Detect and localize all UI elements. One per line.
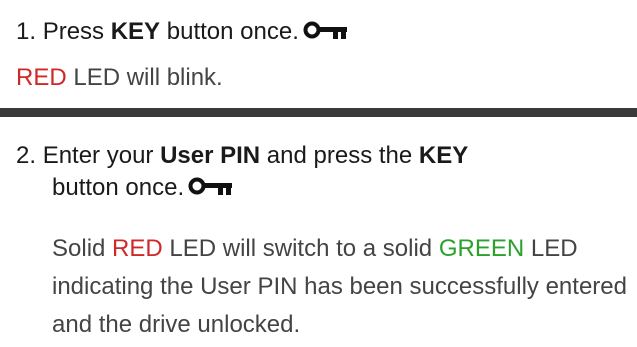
step-2-note: Solid RED LED will switch to a solid GRE… <box>52 230 637 344</box>
green-led-label: GREEN <box>438 235 525 262</box>
step-2-user-pin-label: User PIN <box>160 142 261 169</box>
step-2-line-2-text: button once. <box>52 174 185 201</box>
step-1-note: RED LED will blink. <box>16 62 223 94</box>
step-2-note-text-2: LED will switch to a solid <box>169 235 433 262</box>
step-1-text-before: Press <box>42 18 105 45</box>
step-2-line-1: 2. Enter your User PIN and press the KEY <box>16 140 616 172</box>
step-1-key-label: KEY <box>110 18 161 45</box>
key-icon <box>303 21 349 41</box>
step-2-key-label: KEY <box>418 142 469 169</box>
red-led-label: RED <box>16 64 67 91</box>
section-divider <box>0 108 637 117</box>
step-2-text-a: Enter your <box>42 142 154 169</box>
step-1-number: 1. <box>16 18 37 45</box>
step-2-number: 2. <box>16 142 37 169</box>
step-1-text-after: button once. <box>166 18 299 45</box>
key-icon <box>188 177 234 197</box>
red-led-label: RED <box>112 235 163 262</box>
step-2-line-2: button once. <box>16 172 616 204</box>
step-2-instruction: 2. Enter your User PIN and press the KEY… <box>16 140 616 204</box>
step-1-note-text: LED will blink. <box>73 64 223 91</box>
step-1-instruction: 1. Press KEY button once. <box>16 16 349 48</box>
step-2-note-text-1: Solid <box>52 235 106 262</box>
step-2-text-b: and press the <box>266 142 413 169</box>
